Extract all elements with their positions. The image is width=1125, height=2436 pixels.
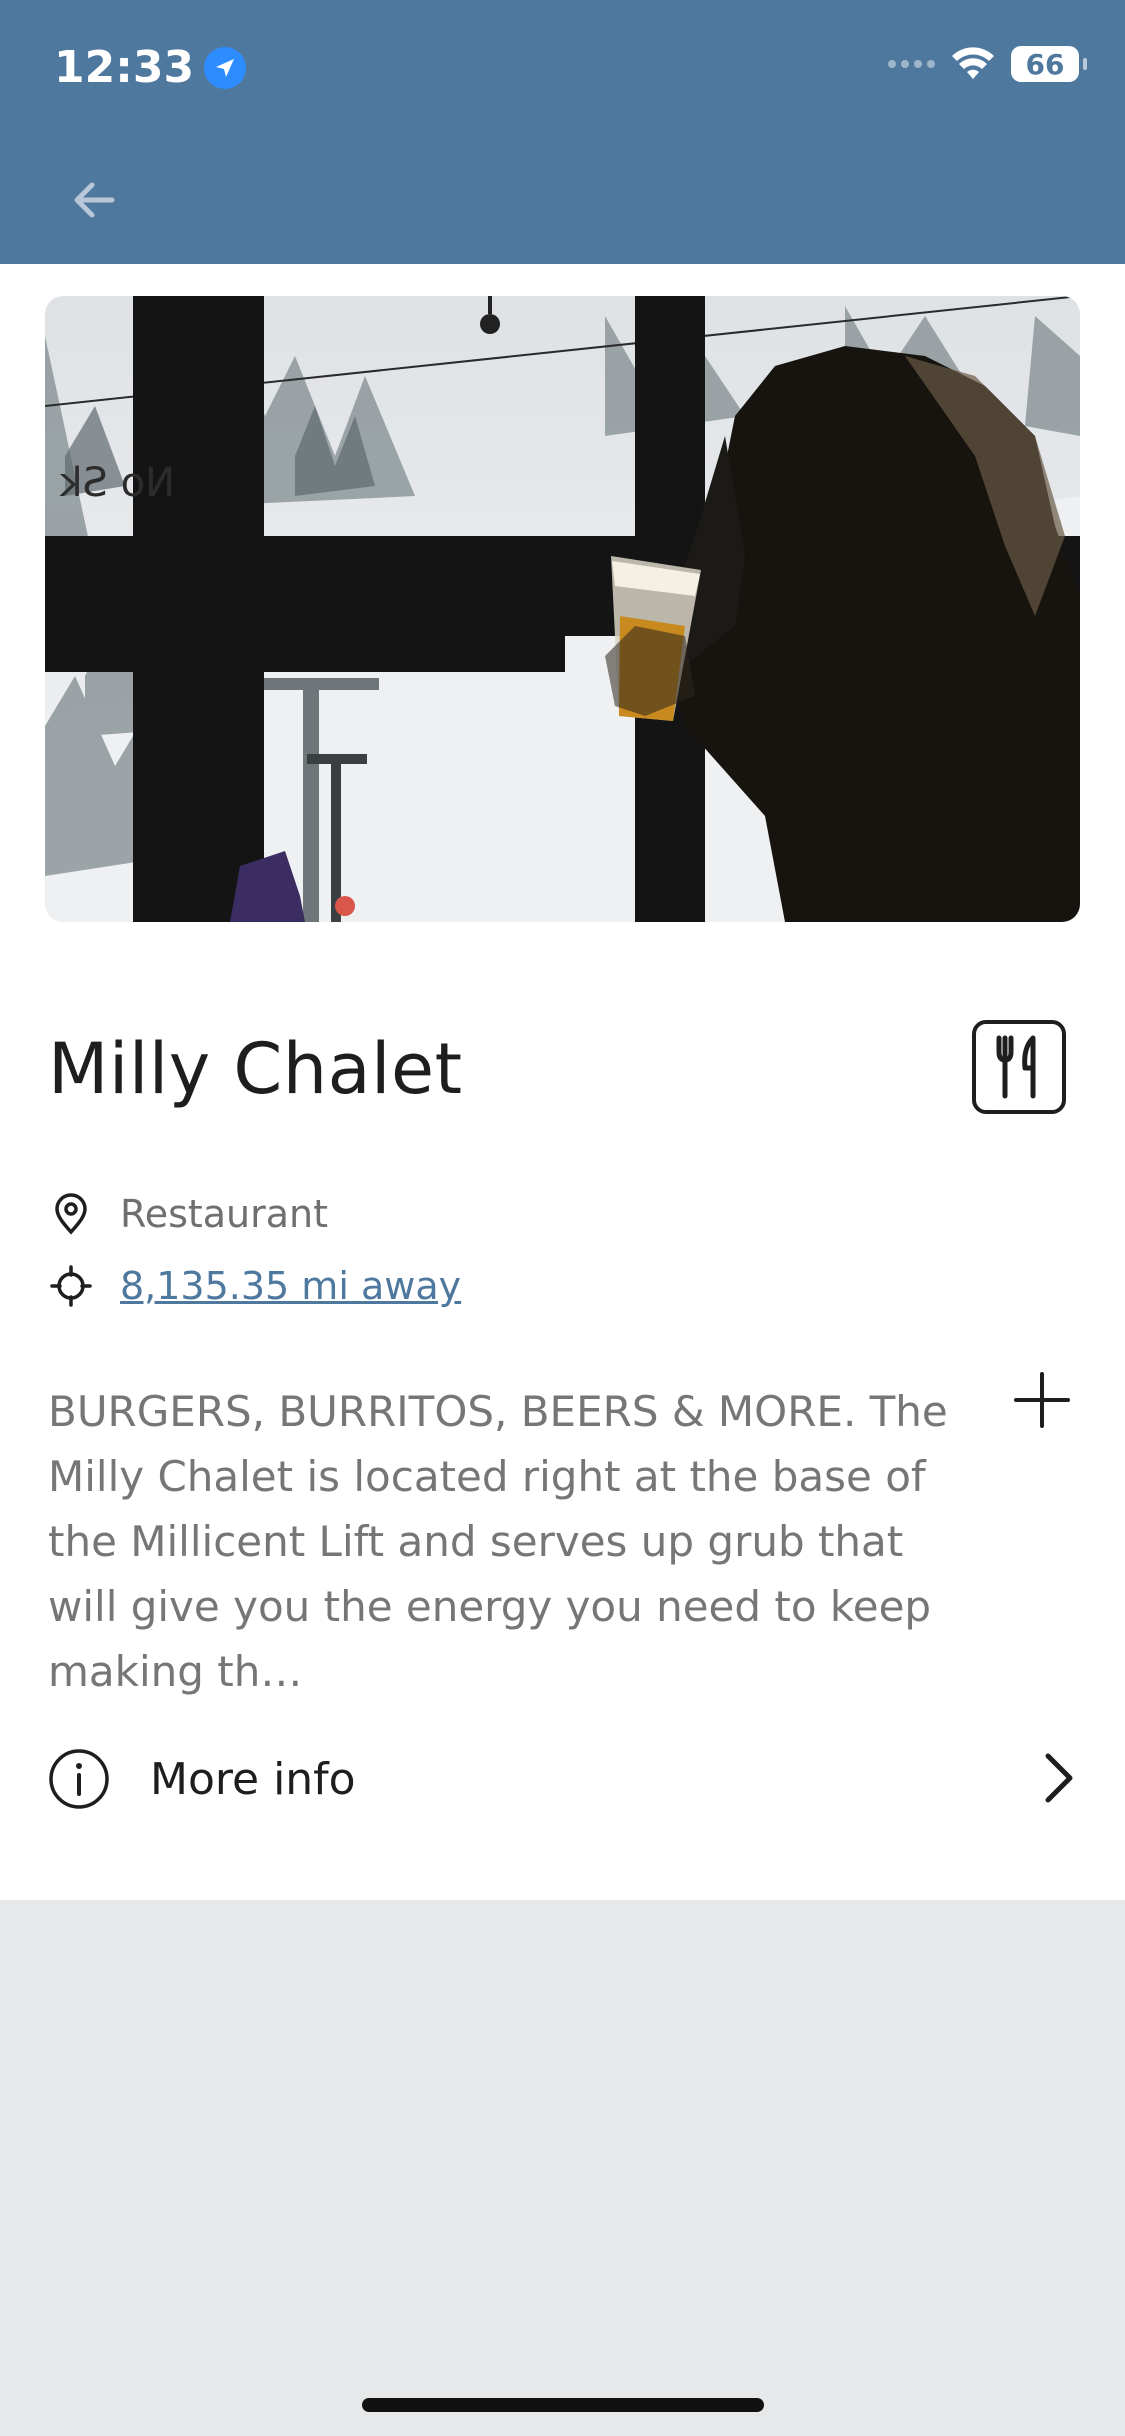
location-pin-icon xyxy=(55,1193,87,1235)
clock: 12:33 xyxy=(54,42,195,93)
status-indicators: 66 xyxy=(888,46,1087,82)
location-arrow-icon xyxy=(204,46,247,89)
distance-link[interactable]: 8,135.35 mi away xyxy=(120,1264,461,1308)
arrow-left-icon xyxy=(74,182,115,218)
more-info-row[interactable]: More info xyxy=(48,1744,1078,1814)
info-circle-icon xyxy=(49,1749,109,1809)
place-photo[interactable]: No Sk xyxy=(45,296,1080,922)
wifi-icon xyxy=(952,47,994,79)
chevron-right-icon xyxy=(1045,1753,1073,1803)
back-button[interactable] xyxy=(64,170,124,230)
crosshair-icon xyxy=(50,1265,92,1307)
cellular-signal-icon xyxy=(888,60,935,68)
expand-description-button[interactable] xyxy=(1010,1368,1074,1432)
status-time: 12:33 xyxy=(54,42,247,93)
place-title: Milly Chalet xyxy=(48,1028,463,1110)
distance-row[interactable]: 8,135.35 mi away xyxy=(50,1264,461,1308)
category-row: Restaurant xyxy=(50,1192,328,1236)
fork-knife-icon xyxy=(972,1020,1066,1114)
place-description: BURGERS, BURRITOS, BEERS & MORE. The Mil… xyxy=(48,1387,948,1696)
category-label: Restaurant xyxy=(120,1192,329,1236)
battery-level: 66 xyxy=(1025,47,1065,81)
more-info-label: More info xyxy=(150,1753,356,1805)
svg-text:No Sk: No Sk xyxy=(59,460,176,506)
home-indicator[interactable] xyxy=(362,2398,764,2412)
battery-icon: 66 xyxy=(1011,46,1087,82)
plus-icon xyxy=(1014,1372,1070,1428)
place-detail-card: No Sk Milly Chalet Restaurant 8,135.35 m… xyxy=(0,264,1125,1900)
app-header: 12:33 66 xyxy=(0,0,1125,264)
